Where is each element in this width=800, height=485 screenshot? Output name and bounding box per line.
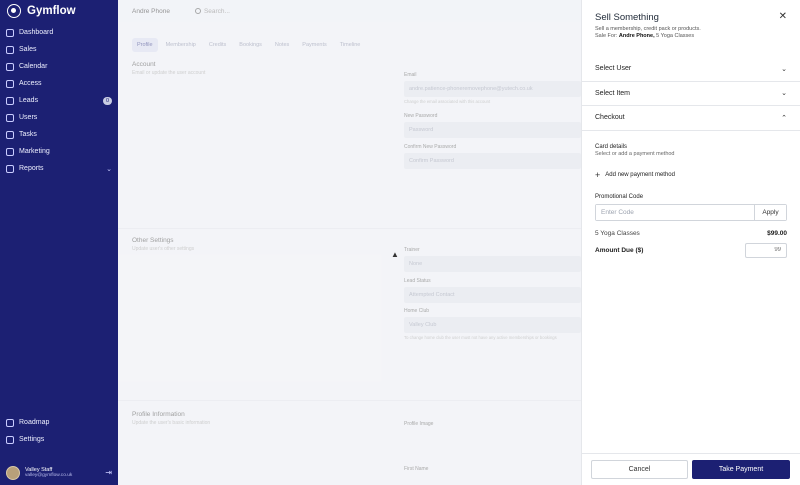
logout-icon[interactable]: ⇥ [105,468,112,477]
sale-for-item: 5 Yoga Classes [656,33,695,39]
tasks-icon [6,130,14,139]
sidebar-item-tasks[interactable]: Tasks [0,126,118,143]
leads-icon [6,96,14,105]
line-item: 5 Yoga Classes $99.00 [595,230,787,237]
sidebar-item-access[interactable]: Access [0,75,118,92]
sale-for-prefix: Sale For: [595,33,618,39]
promo-code-input[interactable] [596,204,754,220]
current-user[interactable]: Valley Staff valley@gymflow.co.uk ⇥ [0,460,118,485]
gymflow-logo-icon [7,4,21,18]
sidebar-item-marketing[interactable]: Marketing [0,143,118,160]
calendar-icon [6,62,14,71]
drawer-subtitle: Sell a membership, credit pack or produc… [595,26,701,32]
sidebar-nav: Dashboard Sales Calendar Access Leads 0 … [0,24,118,177]
sidebar-item-label: Reports [19,165,44,172]
sidebar-item-users[interactable]: Users [0,109,118,126]
close-icon[interactable]: ✕ [779,12,787,22]
sidebar-item-label: Leads [19,97,39,104]
brand[interactable]: Gymflow [0,0,118,22]
roadmap-icon [6,418,14,427]
drawer-title: Sell Something [595,12,659,23]
accordion-label: Select User [595,65,632,73]
sidebar-item-settings[interactable]: Settings [0,431,118,448]
accordion-label: Checkout [595,114,625,122]
sidebar-item-roadmap[interactable]: Roadmap [0,414,118,431]
sidebar-item-dashboard[interactable]: Dashboard [0,24,118,41]
card-details-subtitle: Select or add a payment method [595,150,675,157]
add-payment-method-label: Add new payment method [605,172,675,178]
add-payment-method-button[interactable]: + Add new payment method [595,169,787,180]
user-email: valley@gymflow.co.uk [25,473,73,478]
accordion-label: Select Item [595,89,631,97]
drawer-header: Sell Something Sell a membership, credit… [582,0,800,57]
reports-icon [6,164,14,173]
line-item-price: $99.00 [767,229,787,237]
plus-icon: + [595,169,601,180]
access-icon [6,79,14,88]
sidebar-item-label: Marketing [19,148,50,155]
modal-overlay[interactable] [118,0,581,485]
sidebar-item-label: Dashboard [19,29,54,36]
leads-count-badge: 0 [102,96,112,105]
sidebar-item-label: Roadmap [19,419,50,426]
take-payment-button[interactable]: Take Payment [692,460,790,479]
card-details-title: Card details [595,143,628,150]
settings-icon [6,435,14,444]
sidebar-item-label: Calendar [19,63,48,70]
avatar [6,465,20,480]
sidebar-item-calendar[interactable]: Calendar [0,58,118,75]
sell-something-drawer: Sell Something Sell a membership, credit… [581,0,800,485]
chevron-up-icon: ⌃ [781,114,787,122]
line-item-name: 5 Yoga Classes [595,229,640,237]
sidebar-item-label: Users [19,114,38,121]
drawer-footer: Cancel Take Payment [582,453,800,485]
promo-code-row: Apply [595,203,787,221]
select-user-accordion[interactable]: Select User ⌄ [582,57,800,82]
sale-for-name: Andre Phone, [618,33,655,39]
amount-due-input[interactable] [745,242,787,258]
chevron-down-icon: ⌄ [781,90,787,98]
sidebar-bottom-nav: Roadmap Settings [0,414,118,448]
sidebar-item-reports[interactable]: Reports ⌄ [0,160,118,177]
apply-button[interactable]: Apply [754,204,786,220]
sidebar-item-label: Access [19,80,42,87]
chevron-down-icon: ⌄ [781,65,787,73]
sidebar-item-leads[interactable]: Leads 0 [0,92,118,109]
select-item-accordion[interactable]: Select Item ⌄ [582,82,800,106]
sidebar-item-label: Settings [19,436,45,443]
dashboard-icon [6,28,14,37]
sidebar-item-sales[interactable]: Sales [0,41,118,58]
sidebar-item-label: Sales [19,46,37,53]
sidebar-item-label: Tasks [19,131,37,138]
checkout-accordion[interactable]: Checkout ⌃ [582,106,800,131]
checkout-body: Card details Select or add a payment met… [582,144,800,258]
mouse-cursor-icon: ▲ [391,250,399,259]
users-icon [6,113,14,122]
brand-name: Gymflow [27,5,76,17]
sidebar: Gymflow Dashboard Sales Calendar Access … [0,0,118,485]
user-meta: Valley Staff valley@gymflow.co.uk [25,467,100,478]
amount-due-row: Amount Due ($) [595,242,787,258]
sales-icon [6,45,14,54]
marketing-icon [6,147,14,156]
cancel-button[interactable]: Cancel [591,460,688,479]
amount-due-label: Amount Due ($) [595,246,644,254]
sale-for-line: Sale For: Andre Phone, 5 Yoga Classes [595,33,787,39]
promo-code-label: Promotional Code [595,193,644,200]
chevron-down-icon: ⌄ [106,165,112,173]
